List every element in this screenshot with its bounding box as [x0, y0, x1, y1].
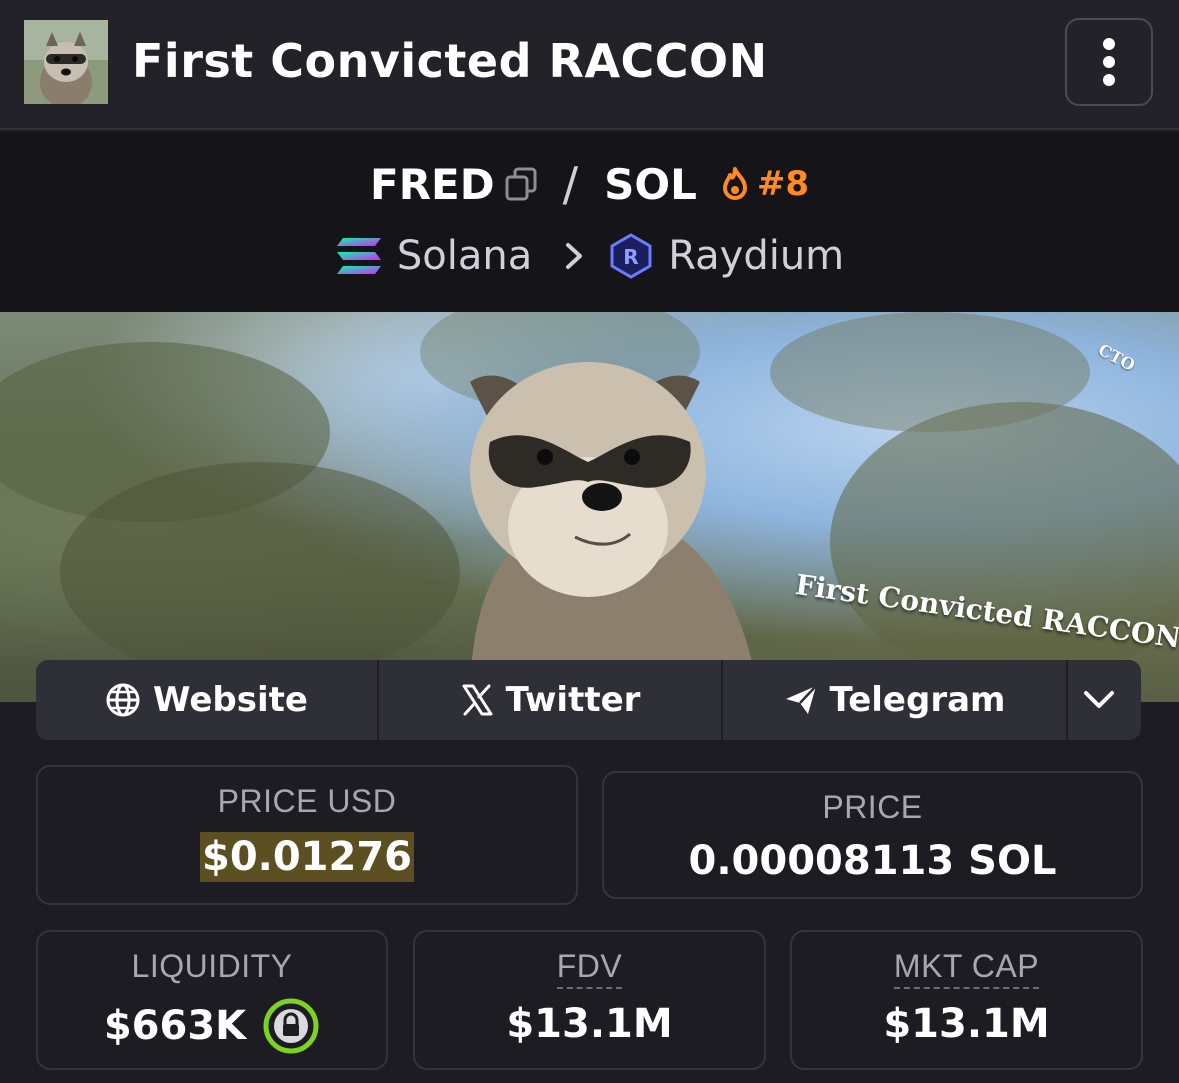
fdv-value: $13.1M — [506, 1001, 673, 1047]
chevron-right-icon — [564, 241, 584, 271]
token-avatar — [24, 20, 108, 104]
pair-separator: / — [562, 157, 579, 211]
more-vertical-icon-dot-2 — [1103, 56, 1115, 68]
market-cap-label[interactable]: MKT CAP — [893, 948, 1040, 989]
market-cap-value: $13.1M — [883, 1001, 1050, 1047]
pair-section: FRED / SOL #8 Solana R Raydium — [0, 132, 1179, 312]
liquidity-value-wrap: $663K — [104, 997, 320, 1055]
token-title: First Convicted RACCON — [132, 34, 768, 88]
chain-link[interactable]: Solana — [397, 233, 532, 279]
pair-row: FRED / SOL #8 — [0, 154, 1179, 214]
trending-rank: #8 — [756, 164, 809, 204]
trending-badge[interactable]: #8 — [719, 164, 809, 204]
price-usd-value: $0.01276 — [199, 832, 415, 882]
fdv-label[interactable]: FDV — [556, 948, 623, 989]
solana-icon — [335, 236, 383, 276]
more-menu-button[interactable] — [1065, 18, 1153, 106]
twitter-button[interactable]: Twitter — [379, 660, 723, 740]
token-banner-image — [0, 312, 1179, 702]
liquidity-card: LIQUIDITY $663K — [36, 930, 388, 1070]
price-native-value: 0.00008113 SOL — [688, 838, 1057, 884]
flame-icon — [722, 167, 747, 200]
raydium-icon: R — [608, 233, 654, 279]
globe-icon — [106, 683, 140, 717]
send-icon — [785, 685, 817, 714]
price-native-label: PRICE — [822, 789, 923, 825]
chevron-down-icon — [1083, 691, 1114, 708]
twitter-label: Twitter — [505, 680, 641, 720]
svg-text:R: R — [624, 245, 639, 269]
price-usd-value-wrap: $0.01276 — [199, 832, 415, 882]
liquidity-value: $663K — [103, 1003, 247, 1049]
liquidity-label: LIQUIDITY — [131, 948, 293, 984]
liquidity-lock-icon[interactable] — [262, 997, 320, 1055]
social-links-bar: Website Twitter Telegram — [36, 660, 1141, 740]
dex-link[interactable]: Raydium — [668, 233, 844, 279]
top-bar: First Convicted RACCON — [0, 0, 1179, 130]
fdv-card: FDV $13.1M — [413, 930, 766, 1070]
website-button[interactable]: Website — [36, 660, 379, 740]
price-native-card: PRICE 0.00008113 SOL — [602, 771, 1143, 899]
pair-base-symbol: FRED — [370, 159, 495, 209]
price-usd-card: PRICE USD $0.01276 — [36, 765, 578, 905]
telegram-label: Telegram — [829, 680, 1006, 720]
website-label: Website — [153, 680, 308, 720]
telegram-button[interactable]: Telegram — [723, 660, 1068, 740]
price-usd-label: PRICE USD — [217, 783, 397, 819]
more-links-button[interactable] — [1068, 660, 1141, 740]
copy-icon[interactable] — [505, 167, 537, 201]
x-logo-icon — [462, 684, 493, 716]
more-vertical-icon-dot-3 — [1103, 74, 1115, 86]
market-cap-card: MKT CAP $13.1M — [790, 930, 1143, 1070]
pair-quote-symbol: SOL — [604, 159, 697, 209]
more-vertical-icon — [1103, 38, 1115, 50]
chain-row: Solana R Raydium — [0, 226, 1179, 286]
